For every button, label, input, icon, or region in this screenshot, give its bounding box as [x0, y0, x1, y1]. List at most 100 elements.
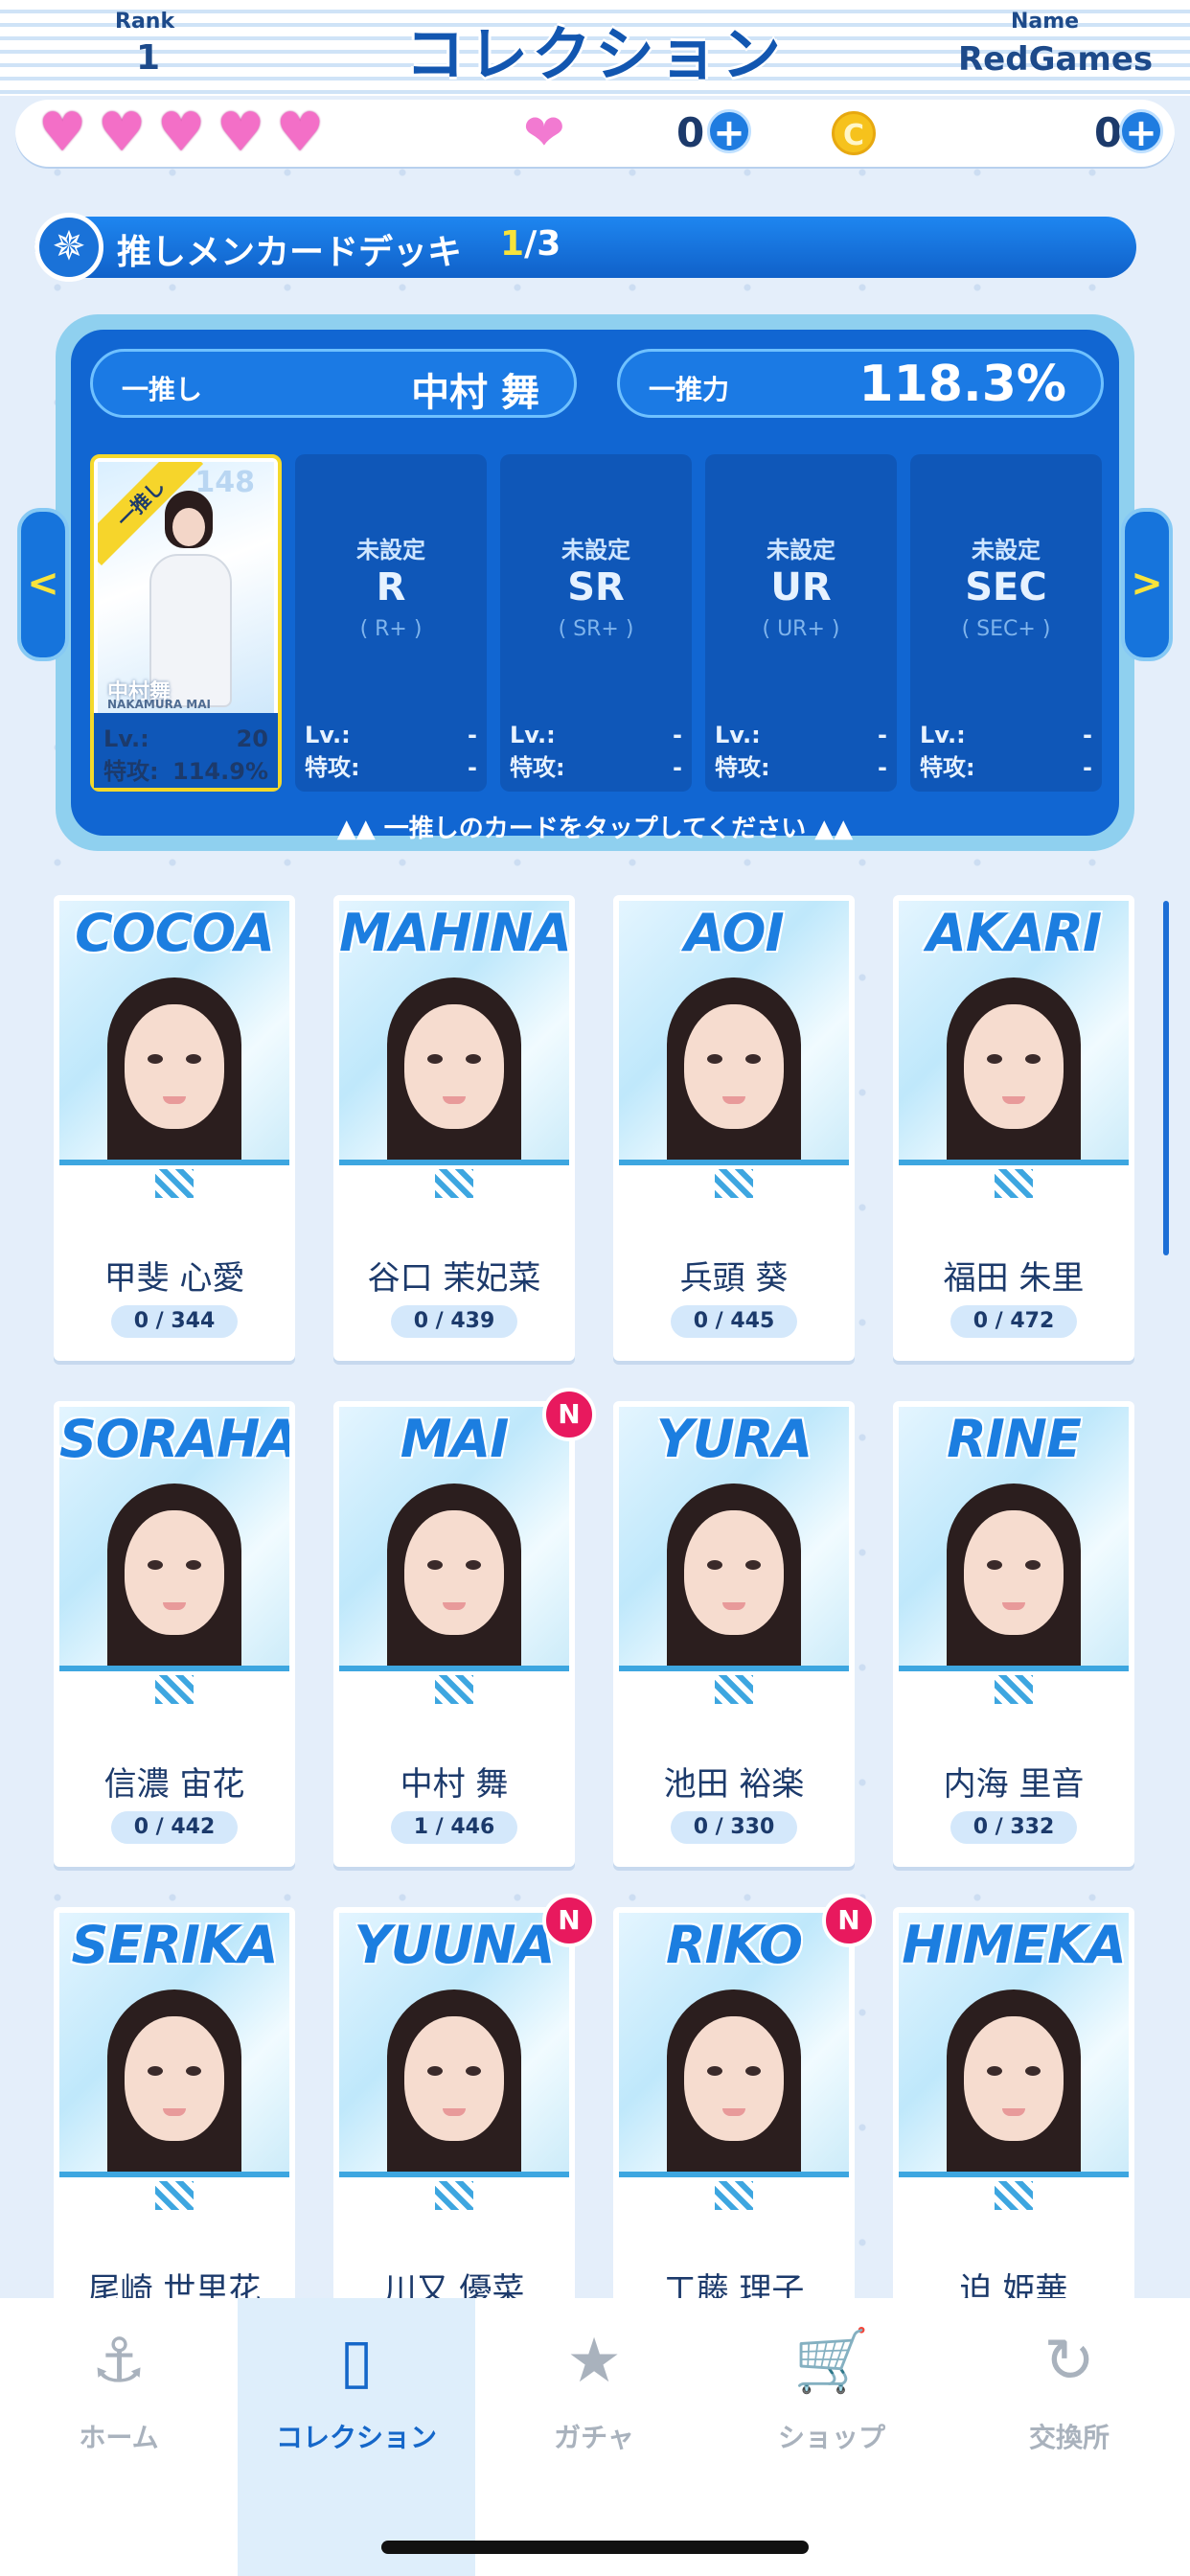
- member-card[interactable]: MAHINA 谷口 茉妃菜 0 / 439: [333, 895, 575, 1361]
- member-card[interactable]: AOI 兵頭 葵 0 / 445: [613, 895, 855, 1361]
- member-romaji: SORAHA: [59, 1409, 289, 1469]
- tab-label: ショップ: [777, 2422, 885, 2453]
- lv-label: Lv.:: [510, 722, 556, 748]
- add-coin-button[interactable]: +: [1119, 109, 1163, 154]
- collection-book-icon: ▯: [339, 2326, 374, 2397]
- power-value: 118.3%: [858, 356, 1066, 413]
- tab-label: 交換所: [1028, 2422, 1110, 2453]
- member-card-count: 0 / 442: [111, 1811, 238, 1844]
- atk-value: -: [673, 754, 682, 781]
- member-romaji: HIMEKA: [902, 1915, 1127, 1975]
- card-stats: Lv.: 20 特攻: 114.9%: [94, 713, 278, 788]
- member-card[interactable]: YUUNA 川又 優菜 N: [333, 1894, 596, 2298]
- slot-rarity: R: [376, 565, 406, 610]
- new-badge: N: [542, 1894, 596, 1947]
- card-slot-oshi[interactable]: 148 一推し 中村舞 NAKAMURA MAI Lv.: 20 特攻: 114…: [90, 454, 282, 792]
- tab-exchange[interactable]: ↻ 交換所: [950, 2298, 1188, 2576]
- prev-deck-arrow[interactable]: <: [17, 508, 69, 661]
- member-photo: RIKO: [619, 1913, 849, 2252]
- atk-value: -: [878, 754, 887, 781]
- header: Rank 1 コレクション Name RedGames: [0, 0, 1190, 96]
- atk-value: -: [1083, 754, 1092, 781]
- slot-unset-label: 未設定: [972, 537, 1041, 564]
- member-card[interactable]: RIKO 工藤 理子 N: [613, 1894, 876, 2298]
- member-card[interactable]: SERIKA 尾崎 世里花: [54, 1907, 295, 2298]
- heart-icon: ♥: [157, 102, 206, 164]
- tab-anchor[interactable]: ⚓ ホーム: [0, 2298, 238, 2576]
- member-name: 池田 裕楽: [663, 1765, 805, 1804]
- member-photo: AOI: [619, 901, 849, 1240]
- member-romaji: YUUNA: [354, 1915, 556, 1975]
- atk-label: 特攻:: [103, 758, 159, 785]
- status-bar: ♥ ♥ ♥ ♥ ♥ ❤ 0 + C 0 +: [15, 100, 1175, 167]
- compass-icon: ✵: [34, 213, 103, 282]
- member-name: 川又 優菜: [383, 2271, 525, 2298]
- stamina-hearts: ♥ ♥ ♥ ♥ ♥: [38, 102, 328, 164]
- member-card-count: 0 / 445: [671, 1305, 797, 1338]
- gem-count: 0: [676, 109, 705, 156]
- atk-value: 114.9%: [172, 758, 268, 785]
- member-name: 尾崎 世里花: [87, 2271, 262, 2298]
- card-slot-r[interactable]: 未設定 R ( R+ ) Lv.: - 特攻: -: [295, 454, 487, 792]
- member-card-count: 1 / 446: [391, 1811, 517, 1844]
- member-photo: HIMEKA: [899, 1913, 1129, 2252]
- scrollbar[interactable]: [1163, 901, 1169, 1255]
- tab-cart[interactable]: 🛒 ショップ: [713, 2298, 950, 2576]
- atk-label: 特攻:: [715, 754, 770, 781]
- member-card[interactable]: YURA 池田 裕楽 0 / 330: [613, 1401, 855, 1867]
- member-photo: YUUNA: [339, 1913, 569, 2252]
- power-label: 一推力: [649, 374, 730, 405]
- tab-gacha-card[interactable]: ★ ガチャ: [475, 2298, 713, 2576]
- member-card[interactable]: SORAHA 信濃 宙花 0 / 442: [54, 1401, 295, 1867]
- member-photo: SERIKA: [59, 1913, 289, 2252]
- member-photo: COCOA: [59, 901, 289, 1240]
- member-name: 内海 里音: [943, 1765, 1085, 1804]
- atk-label: 特攻:: [305, 754, 360, 781]
- card-number: 148: [195, 466, 255, 499]
- member-photo: RINE: [899, 1407, 1129, 1746]
- slot-rarity-sub: ( UR+ ): [762, 617, 840, 641]
- member-romaji: MAHINA: [339, 903, 569, 963]
- add-gem-button[interactable]: +: [707, 109, 751, 154]
- member-card[interactable]: HIMEKA 迫 姫華: [893, 1907, 1134, 2298]
- slot-rarity: SR: [567, 565, 625, 610]
- slot-rarity-sub: ( SEC+ ): [961, 617, 1051, 641]
- member-card-count: 0 / 472: [950, 1305, 1077, 1338]
- slot-unset-label: 未設定: [356, 537, 425, 564]
- deck-page-count: 1/3: [500, 224, 561, 264]
- lv-label: Lv.:: [715, 722, 761, 748]
- member-card-count: 0 / 344: [111, 1305, 238, 1338]
- lv-label: Lv.:: [305, 722, 351, 748]
- oshi-pill: 一推し 中村 舞: [90, 349, 577, 418]
- heart-icon: ♥: [276, 102, 325, 164]
- lv-value: -: [673, 722, 682, 748]
- member-card-count: 0 / 439: [391, 1305, 517, 1338]
- member-card[interactable]: RINE 内海 里音 0 / 332: [893, 1401, 1134, 1867]
- tab-collection-book[interactable]: ▯ コレクション: [238, 2298, 475, 2576]
- card-slot-sec[interactable]: 未設定 SEC ( SEC+ ) Lv.: - 特攻: -: [910, 454, 1102, 792]
- tab-label: コレクション: [275, 2422, 437, 2453]
- bottom-navigation: ⚓ ホーム ▯ コレクション ★ ガチャ 🛒 ショップ ↻ 交換所: [0, 2298, 1190, 2576]
- next-deck-arrow[interactable]: >: [1121, 508, 1173, 661]
- coin-count: 0: [1094, 109, 1123, 156]
- member-card[interactable]: AKARI 福田 朱里 0 / 472: [893, 895, 1134, 1361]
- atk-label: 特攻:: [920, 754, 975, 781]
- member-romaji: AKARI: [926, 903, 1102, 963]
- member-card[interactable]: MAI 中村 舞 1 / 446 N: [333, 1388, 596, 1867]
- oshi-label: 一推し: [122, 374, 203, 405]
- card-slot-ur[interactable]: 未設定 UR ( UR+ ) Lv.: - 特攻: -: [705, 454, 897, 792]
- player-name: RedGames: [958, 40, 1154, 79]
- cart-icon: 🛒: [793, 2326, 870, 2397]
- lv-value: 20: [236, 725, 268, 752]
- member-name: 迫 姫華: [959, 2271, 1068, 2298]
- member-romaji: RINE: [947, 1409, 1082, 1469]
- member-card-count: 0 / 332: [950, 1811, 1077, 1844]
- member-photo: YURA: [619, 1407, 849, 1746]
- card-slots: 148 一推し 中村舞 NAKAMURA MAI Lv.: 20 特攻: 114…: [90, 454, 1102, 792]
- lv-label: Lv.:: [103, 725, 149, 752]
- member-card[interactable]: COCOA 甲斐 心愛 0 / 344: [54, 895, 295, 1361]
- member-name: 中村 舞: [400, 1765, 509, 1804]
- card-slot-sr[interactable]: 未設定 SR ( SR+ ) Lv.: - 特攻: -: [500, 454, 692, 792]
- gem-heart-icon: ❤: [523, 104, 565, 162]
- member-photo: MAHINA: [339, 901, 569, 1240]
